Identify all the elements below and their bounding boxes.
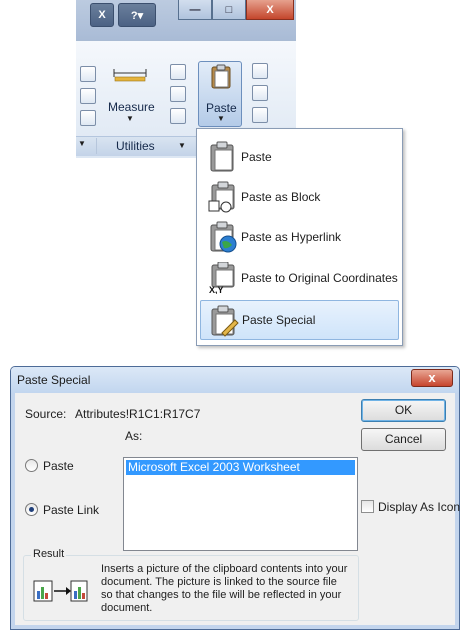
menu-item-paste[interactable]: Paste bbox=[200, 137, 399, 177]
panel-expander-icon[interactable]: ▼ bbox=[78, 139, 86, 148]
menu-item-label: Paste as Hyperlink bbox=[241, 230, 342, 244]
excel-x-icon[interactable]: X bbox=[90, 3, 114, 27]
cancel-button[interactable]: Cancel bbox=[361, 428, 446, 451]
copy-icon[interactable] bbox=[252, 85, 268, 101]
menu-item-paste-as-hyperlink[interactable]: Paste as Hyperlink bbox=[200, 217, 399, 257]
source-label: Source: bbox=[25, 407, 67, 421]
maximize-icon[interactable]: □ bbox=[212, 0, 246, 20]
minimize-icon[interactable]: — bbox=[178, 0, 212, 20]
display-as-icon-checkbox[interactable] bbox=[361, 500, 374, 513]
menu-item-label: Paste bbox=[241, 150, 272, 164]
dialog-body: Source: Attributes!R1C1:R17C7 As: Paste … bbox=[17, 393, 460, 625]
paste-menu: Paste Paste as Block Paste as Hyperlink … bbox=[196, 128, 403, 346]
clipboard-globe-icon bbox=[208, 221, 238, 253]
paste-button-label[interactable]: Paste bbox=[206, 101, 237, 115]
svg-text:X,Y: X,Y bbox=[209, 285, 224, 294]
dialog-close-button[interactable]: x bbox=[411, 369, 453, 387]
ok-button[interactable]: OK bbox=[361, 399, 446, 422]
measure-dropdown-icon[interactable]: ▼ bbox=[126, 114, 134, 123]
clipboard-xy-icon: X,Y bbox=[208, 261, 238, 295]
paste-radio[interactable] bbox=[25, 459, 38, 472]
pencil-icon[interactable] bbox=[80, 66, 96, 82]
result-text-line: document. The picture is linked to the s… bbox=[101, 576, 337, 588]
display-as-icon-label[interactable]: Display As Icon bbox=[378, 500, 460, 514]
menu-item-label: Paste to Original Coordinates bbox=[241, 271, 398, 285]
paste-link-radio[interactable] bbox=[25, 503, 38, 516]
plus-minus-icon[interactable] bbox=[80, 88, 96, 104]
result-text-line: document. bbox=[101, 602, 153, 614]
result-text-line: Inserts a picture of the clipboard conte… bbox=[101, 563, 348, 575]
result-text-line: so that changes to the file will be refl… bbox=[101, 589, 342, 601]
help-icon[interactable]: ?▾ bbox=[118, 3, 156, 27]
dialog-titlebar: Paste Special x bbox=[11, 367, 459, 393]
calculator-icon[interactable] bbox=[170, 108, 186, 124]
menu-item-label: Paste Special bbox=[242, 313, 316, 327]
menu-item-paste-to-original-coordinates[interactable]: X,Y Paste to Original Coordinates bbox=[200, 258, 399, 298]
clipboard-icon bbox=[208, 141, 238, 173]
paste-radio-label[interactable]: Paste bbox=[43, 459, 74, 473]
paste-as-listbox[interactable]: Microsoft Excel 2003 Worksheet bbox=[123, 457, 358, 551]
paste-special-dialog: Paste Special x Source: Attributes!R1C1:… bbox=[10, 366, 460, 630]
as-label: As: bbox=[125, 429, 143, 443]
close-icon[interactable]: X bbox=[246, 0, 294, 20]
match-properties-icon[interactable] bbox=[252, 107, 268, 123]
list-item[interactable]: Microsoft Excel 2003 Worksheet bbox=[126, 460, 355, 475]
menu-item-paste-special[interactable]: Paste Special bbox=[200, 300, 399, 340]
paste-dropdown-icon[interactable]: ▼ bbox=[217, 114, 225, 123]
measure-icon[interactable] bbox=[112, 68, 148, 82]
utilities-dropdown-icon[interactable]: ▼ bbox=[178, 141, 186, 150]
dialog-title: Paste Special bbox=[17, 373, 91, 387]
utilities-panel-label[interactable]: Utilities bbox=[116, 139, 155, 153]
select-icon[interactable] bbox=[80, 110, 96, 126]
clipboard-icon bbox=[210, 64, 232, 90]
divider bbox=[96, 138, 97, 154]
source-value: Attributes!R1C1:R17C7 bbox=[75, 407, 201, 421]
point-id-icon[interactable] bbox=[170, 86, 186, 102]
measure-label[interactable]: Measure bbox=[108, 100, 155, 114]
menu-item-label: Paste as Block bbox=[241, 190, 321, 204]
result-label: Result bbox=[31, 548, 67, 560]
clipboard-block-icon bbox=[208, 181, 238, 213]
paste-link-radio-label[interactable]: Paste Link bbox=[43, 503, 99, 517]
quick-select-icon[interactable] bbox=[170, 64, 186, 80]
menu-item-paste-as-block[interactable]: Paste as Block bbox=[200, 177, 399, 217]
clipboard-pencil-icon bbox=[209, 305, 239, 337]
cut-icon[interactable] bbox=[252, 63, 268, 79]
paste-link-result-icon bbox=[33, 579, 89, 603]
